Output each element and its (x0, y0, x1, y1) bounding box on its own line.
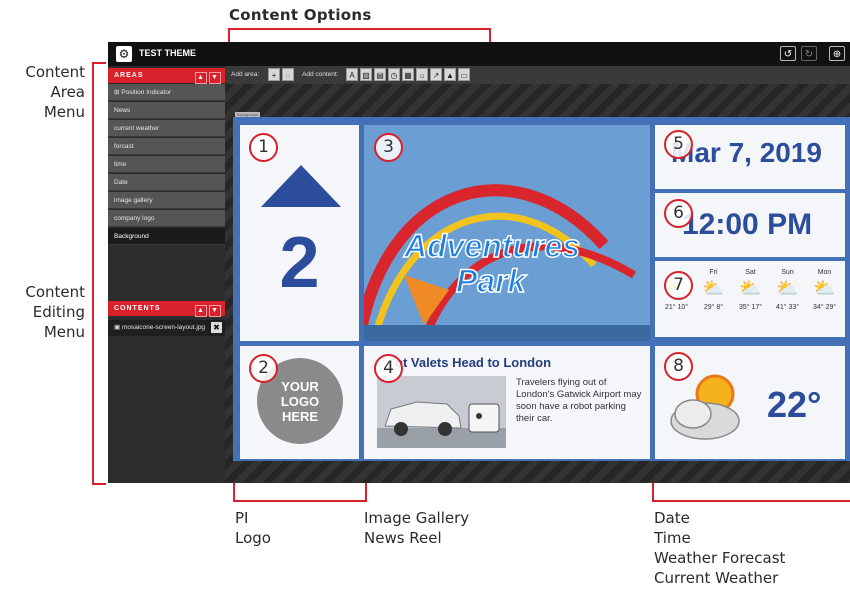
zone-marker-1: 1 (249, 133, 278, 162)
redo-icon[interactable]: ↻ (801, 46, 817, 61)
clock-icon[interactable]: ◷ (388, 68, 400, 81)
area-item-background[interactable]: Background (108, 228, 225, 245)
move-down-icon[interactable]: ▼ (209, 72, 221, 84)
image-icon[interactable]: ▨ (360, 68, 372, 81)
forecast-day-3: Sun ⛅ 41° 33° (769, 269, 806, 311)
date-weather-annotation: Date Time Weather Forecast Current Weath… (654, 509, 786, 587)
zone-marker-8: 8 (664, 352, 693, 381)
date-value: Mar 7, 2019 (671, 137, 822, 168)
add-content-label: Add content: (302, 71, 339, 78)
zone-date[interactable]: Mar 7, 2019 5 (655, 125, 845, 189)
areas-header: AREAS ▲ ▼ (108, 68, 225, 84)
weather-icon[interactable]: ☼ (416, 68, 428, 81)
move-down-icon[interactable]: ▼ (209, 305, 221, 317)
comment-icon[interactable]: ◌ (282, 68, 294, 81)
partly-cloudy-icon: ⛅ (739, 278, 762, 298)
content-options-annotation: Content Options (229, 6, 372, 24)
image-file-icon: ▣ (114, 324, 122, 331)
content-area-menu-annotation: Content Area Menu (25, 63, 85, 121)
forecast-day-1: Fri ⛅ 29° 8° (695, 269, 732, 311)
theme-title: TEST THEME (139, 48, 197, 58)
zone-position-indicator[interactable]: 2 1 (240, 125, 359, 341)
time-value: 12:00 PM (682, 208, 813, 241)
area-item-time[interactable]: time (108, 156, 225, 173)
forecast-day-2: Sat ⛅ 35° 17° (732, 269, 769, 311)
background-zone-label: Background (235, 112, 261, 117)
current-temperature: 22° (767, 384, 822, 425)
zone-time[interactable]: 12:00 PM 6 (655, 193, 845, 257)
area-item-forcast[interactable]: forcast (108, 138, 225, 155)
screen-background[interactable]: Background 2 1 YOUR LOGO HERE 2 Adventur… (233, 112, 850, 461)
area-item-image-gallery[interactable]: image gallery (108, 192, 225, 209)
zoom-in-icon[interactable]: ⊕ (829, 46, 845, 61)
area-item-company-logo[interactable]: company logo (108, 210, 225, 227)
area-item-current-weather[interactable]: current weather (108, 120, 225, 137)
partly-cloudy-icon: ⛅ (776, 278, 799, 298)
ticker-icon[interactable]: ▦ (402, 68, 414, 81)
gallery-icon[interactable]: ▲ (444, 68, 456, 81)
pi-number: 2 (279, 223, 320, 303)
sidebar: AREAS ▲ ▼ ⊞ Position Indicator News curre… (108, 66, 225, 483)
left-bracket (92, 62, 106, 485)
news-car-image (377, 376, 506, 448)
top-bar: ⚙ TEST THEME ↺ ↻ ⊕ (108, 42, 850, 66)
layout-canvas: Background 2 1 YOUR LOGO HERE 2 Adventur… (225, 84, 850, 483)
zone-marker-7: 7 (664, 271, 693, 300)
text-icon[interactable]: A (346, 68, 358, 81)
zone-image-gallery[interactable]: Adventures Park 3 (364, 125, 650, 341)
zone-marker-3: 3 (374, 133, 403, 162)
news-body: Travelers flying out of London's Gatwick… (516, 377, 642, 424)
area-item-date[interactable]: Date (108, 174, 225, 191)
gallery-news-annotation: Image Gallery News Reel (364, 509, 470, 547)
news-headline: ot Valets Head to London (395, 355, 552, 370)
content-editing-menu-annotation: Content Editing Menu (25, 283, 85, 341)
move-up-icon[interactable]: ▲ (195, 72, 207, 84)
add-icon[interactable]: + (268, 68, 280, 81)
move-up-icon[interactable]: ▲ (195, 305, 207, 317)
zone-marker-2: 2 (249, 354, 278, 383)
content-item[interactable]: ▣ mosaicone-screen-layout.jpg ✖ (108, 320, 225, 336)
app-window: ⚙ TEST THEME ↺ ↻ ⊕ AREAS ▲ ▼ ⊞ Position I… (108, 42, 850, 483)
bottom-bracket-right (652, 483, 850, 502)
video-icon[interactable]: ▤ (374, 68, 386, 81)
close-icon[interactable]: ✖ (211, 322, 222, 333)
forecast-day-4: Mon ⛅ 34° 29° (806, 269, 843, 311)
adventures-text: Adventures (403, 227, 581, 265)
content-options-toolbar: Add area: + ◌ Add content: A ▨ ▤ ◷ ▦ ☼ ↗… (225, 66, 850, 84)
undo-icon[interactable]: ↺ (780, 46, 796, 61)
add-area-label: Add area: (231, 71, 260, 78)
up-arrow-icon (261, 165, 341, 207)
zone-current-weather[interactable]: 22° 8 (655, 346, 845, 459)
document-icon[interactable]: ▭ (458, 68, 470, 81)
park-text: Park (455, 262, 526, 300)
partly-cloudy-icon: ⛅ (702, 278, 725, 298)
gear-icon[interactable]: ⚙ (116, 46, 132, 62)
area-item-news[interactable]: News (108, 102, 225, 119)
pi-logo-annotation: PI Logo (235, 509, 271, 547)
zone-company-logo[interactable]: YOUR LOGO HERE 2 (240, 346, 359, 459)
contents-header: CONTENTS ▲ ▼ (108, 301, 225, 317)
zone-marker-4: 4 (374, 354, 403, 383)
chart-icon[interactable]: ↗ (430, 68, 442, 81)
zone-forecast[interactable]: ⛅ 21° 10° Fri ⛅ 29° 8° Sat ⛅ 35° 17° Sun… (655, 261, 845, 337)
zone-news[interactable]: ot Valets Head to London Travelers flyin… (364, 346, 650, 459)
bottom-bracket-left (233, 483, 367, 502)
partly-cloudy-icon: ⛅ (813, 278, 836, 298)
area-item-position-indicator[interactable]: ⊞ Position Indicator (108, 84, 225, 101)
zone-marker-6: 6 (664, 199, 693, 228)
zone-marker-5: 5 (664, 130, 693, 159)
